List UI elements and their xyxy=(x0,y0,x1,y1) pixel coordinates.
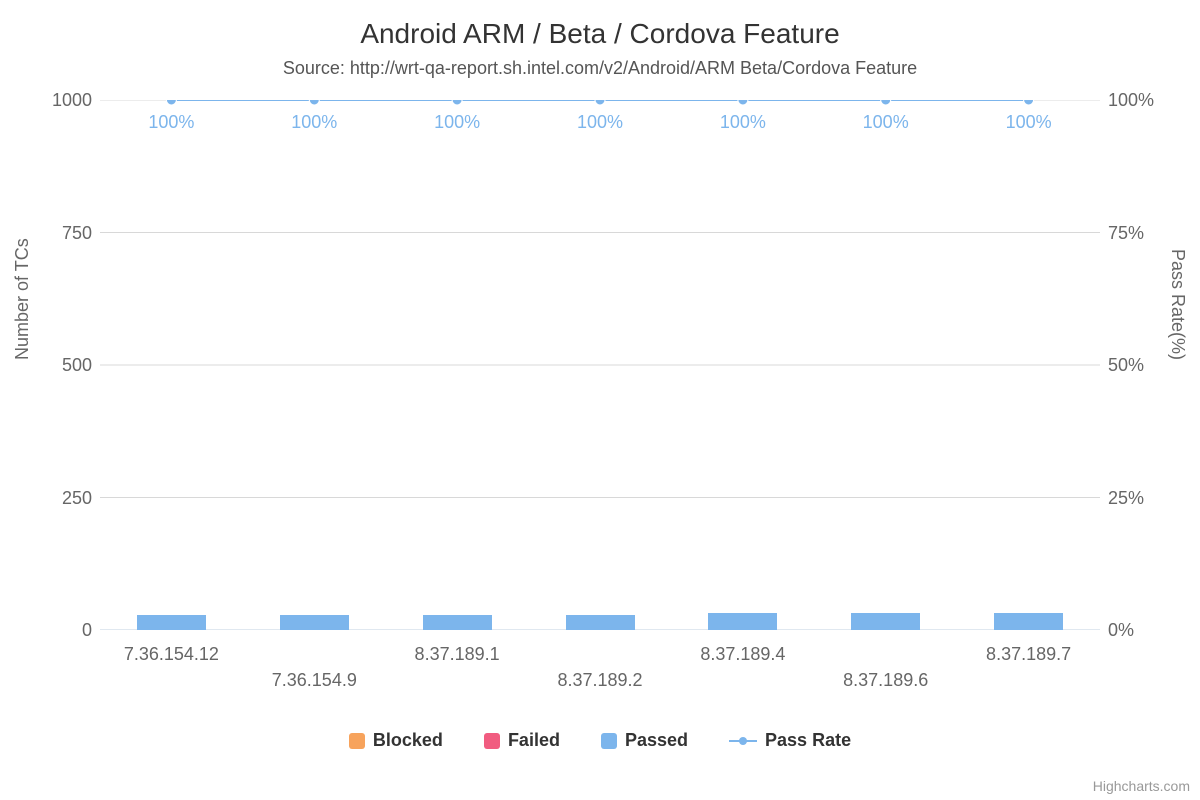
y-axis-left-label: Number of TCs xyxy=(12,238,33,360)
credits-link[interactable]: Highcharts.com xyxy=(1093,778,1190,794)
x-tick-label: 8.37.189.6 xyxy=(843,670,928,691)
legend-item-passrate[interactable]: Pass Rate xyxy=(729,730,851,751)
x-tick-label: 8.37.189.4 xyxy=(700,644,785,665)
x-tick-label: 8.37.189.2 xyxy=(557,670,642,691)
square-icon xyxy=(601,733,617,749)
data-label: 100% xyxy=(148,112,194,133)
x-tick-label: 7.36.154.9 xyxy=(272,670,357,691)
legend-label: Failed xyxy=(508,730,560,751)
data-label: 100% xyxy=(434,112,480,133)
legend-item-blocked[interactable]: Blocked xyxy=(349,730,443,751)
y-left-tick: 750 xyxy=(62,224,92,242)
x-tick-label: 7.36.154.12 xyxy=(124,644,219,665)
y-right-tick: 75% xyxy=(1108,224,1144,242)
chart-container: Android ARM / Beta / Cordova Feature Sou… xyxy=(0,0,1200,800)
legend-item-failed[interactable]: Failed xyxy=(484,730,560,751)
y-left-tick: 500 xyxy=(62,356,92,374)
data-label: 100% xyxy=(577,112,623,133)
y-right-tick: 25% xyxy=(1108,489,1144,507)
chart-subtitle: Source: http://wrt-qa-report.sh.intel.co… xyxy=(0,58,1200,79)
square-icon xyxy=(349,733,365,749)
square-icon xyxy=(484,733,500,749)
legend-label: Pass Rate xyxy=(765,730,851,751)
legend: Blocked Failed Passed Pass Rate xyxy=(0,730,1200,754)
data-label: 100% xyxy=(720,112,766,133)
legend-item-passed[interactable]: Passed xyxy=(601,730,688,751)
legend-label: Passed xyxy=(625,730,688,751)
y-left-tick: 0 xyxy=(82,621,92,639)
data-label: 100% xyxy=(1006,112,1052,133)
y-axis-right-label: Pass Rate(%) xyxy=(1167,249,1188,360)
line-marker-icon xyxy=(729,733,757,749)
y-right-tick: 0% xyxy=(1108,621,1134,639)
y-left-tick: 250 xyxy=(62,489,92,507)
y-right-tick: 100% xyxy=(1108,91,1154,109)
y-left-tick: 1000 xyxy=(52,91,92,109)
x-tick-label: 8.37.189.7 xyxy=(986,644,1071,665)
legend-label: Blocked xyxy=(373,730,443,751)
chart-title: Android ARM / Beta / Cordova Feature xyxy=(0,18,1200,50)
plot-area: 100% 100% 100% 100% 100% 100% 100% xyxy=(100,100,1100,630)
data-label: 100% xyxy=(291,112,337,133)
y-right-tick: 50% xyxy=(1108,356,1144,374)
pass-rate-line[interactable] xyxy=(100,100,1100,630)
data-label: 100% xyxy=(863,112,909,133)
x-tick-label: 8.37.189.1 xyxy=(415,644,500,665)
